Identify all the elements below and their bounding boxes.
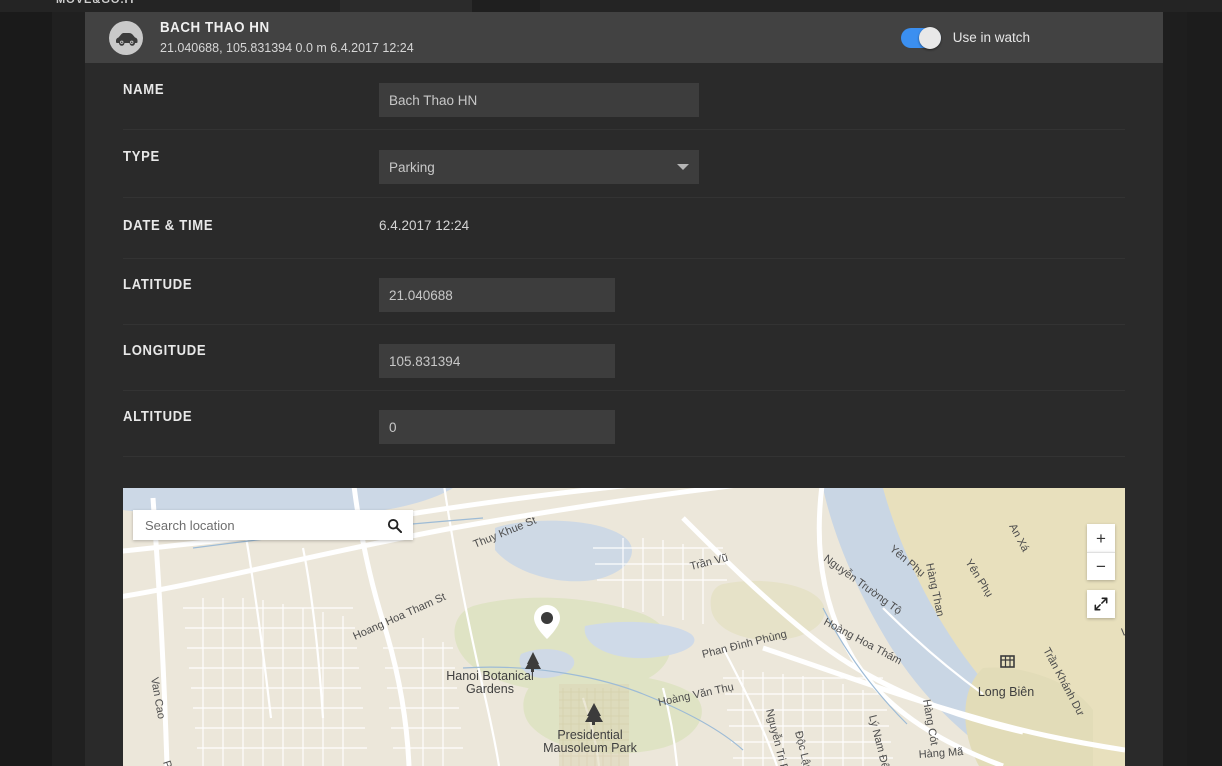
label-name: NAME bbox=[123, 82, 165, 98]
label-type: TYPE bbox=[123, 149, 160, 165]
left-rail bbox=[0, 12, 52, 766]
svg-text:Long Biên: Long Biên bbox=[978, 685, 1034, 699]
map-zoom-controls[interactable]: + − bbox=[1087, 524, 1115, 580]
expand-arrows-icon[interactable] bbox=[1087, 590, 1115, 618]
toggle-switch[interactable] bbox=[900, 26, 941, 49]
label-altitude: ALTITUDE bbox=[123, 409, 193, 425]
name-input[interactable] bbox=[379, 83, 699, 117]
label-longitude: LONGITUDE bbox=[123, 343, 207, 359]
field-latitude bbox=[379, 278, 1125, 312]
form-row-name: NAME bbox=[123, 63, 1125, 130]
altitude-input[interactable] bbox=[379, 410, 615, 444]
card-header: BACH THAO HN 21.040688, 105.831394 0.0 m… bbox=[85, 12, 1163, 63]
field-longitude bbox=[379, 344, 1125, 378]
left-rail-secondary bbox=[52, 12, 85, 766]
form-row-type: TYPE Parking bbox=[123, 130, 1125, 198]
search-input[interactable]: Search location bbox=[145, 518, 383, 533]
form-row-latitude: LATITUDE bbox=[123, 259, 1125, 325]
svg-text:Presidential: Presidential bbox=[557, 728, 622, 742]
location-map[interactable]: .rd { stroke:#ffffff; fill:none; stroke-… bbox=[123, 488, 1125, 766]
type-select-value: Parking bbox=[389, 159, 435, 175]
svg-text:Hanoi Botanical: Hanoi Botanical bbox=[446, 669, 534, 683]
search-icon[interactable] bbox=[383, 514, 405, 536]
map-search-box[interactable]: Search location bbox=[133, 510, 413, 540]
datetime-value: 6.4.2017 12:24 bbox=[379, 218, 470, 233]
form-row-altitude: ALTITUDE bbox=[123, 391, 1125, 457]
field-altitude bbox=[379, 410, 1125, 444]
field-name bbox=[379, 83, 1125, 117]
zoom-out-button[interactable]: − bbox=[1087, 552, 1115, 580]
type-select[interactable]: Parking bbox=[379, 150, 699, 184]
place-title: BACH THAO HN bbox=[160, 19, 270, 36]
chevron-down-icon bbox=[677, 164, 689, 170]
svg-text:Gardens: Gardens bbox=[466, 682, 514, 696]
latitude-input[interactable] bbox=[379, 278, 615, 312]
form-row-datetime: DATE & TIME 6.4.2017 12:24 bbox=[123, 198, 1125, 259]
avatar bbox=[109, 20, 143, 55]
longitude-input[interactable] bbox=[379, 344, 615, 378]
zoom-in-button[interactable]: + bbox=[1087, 524, 1115, 552]
app-top-bar: MOVE&GO.IT bbox=[0, 0, 1222, 12]
field-type: Parking bbox=[379, 150, 1125, 184]
map-pin-icon[interactable] bbox=[534, 605, 560, 639]
toggle-label: Use in watch bbox=[952, 30, 1030, 45]
toggle-knob bbox=[918, 26, 941, 49]
place-subtitle: 21.040688, 105.831394 0.0 m 6.4.2017 12:… bbox=[160, 40, 414, 55]
app-brand: MOVE&GO.IT bbox=[56, 0, 137, 6]
use-in-watch-toggle[interactable]: Use in watch bbox=[900, 26, 1030, 49]
svg-text:Mausoleum Park: Mausoleum Park bbox=[543, 741, 638, 755]
label-datetime: DATE & TIME bbox=[123, 218, 214, 234]
map-fullscreen-control[interactable] bbox=[1087, 590, 1115, 618]
top-bar-segment-a[interactable] bbox=[340, 0, 472, 12]
car-icon bbox=[114, 30, 138, 46]
label-latitude: LATITUDE bbox=[123, 277, 193, 293]
field-datetime: 6.4.2017 12:24 bbox=[379, 217, 1125, 235]
header-text-block: BACH THAO HN 21.040688, 105.831394 0.0 m… bbox=[160, 20, 414, 55]
place-form: NAME TYPE Parking DATE & TIME 6.4.2017 1… bbox=[85, 63, 1163, 457]
place-detail-card: BACH THAO HN 21.040688, 105.831394 0.0 m… bbox=[85, 12, 1163, 766]
right-gutter-inner bbox=[1187, 12, 1222, 766]
app-root: MOVE&GO.IT BACH THAO HN 21.040688, 105.8… bbox=[0, 0, 1222, 766]
top-bar-segment-b[interactable] bbox=[472, 0, 540, 12]
form-row-longitude: LONGITUDE bbox=[123, 325, 1125, 391]
